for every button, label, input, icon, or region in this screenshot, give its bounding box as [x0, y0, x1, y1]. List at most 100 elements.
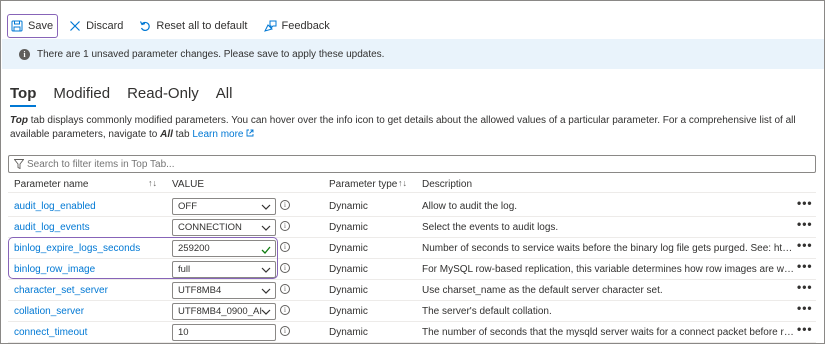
table-row: collation_server UTF8MB4_0900_AI... i Dynam…: [8, 301, 816, 322]
learn-more-label: Learn more: [192, 129, 244, 140]
parameter-description: Number of seconds to service waits befor…: [422, 243, 794, 254]
checkmark-icon: [261, 246, 271, 254]
tab-top[interactable]: Top: [10, 85, 37, 107]
value-dropdown[interactable]: full: [172, 261, 276, 278]
description-text-1: tab displays commonly modified parameter…: [10, 115, 796, 140]
sort-icon[interactable]: ↑↓: [398, 178, 407, 188]
value-text: UTF8MB4: [178, 285, 222, 296]
parameter-description: The number of seconds that the mysqld se…: [422, 327, 794, 338]
tab-list: Top Modified Read-Only All: [10, 85, 249, 107]
table-row: connect_timeout 10 i Dynamic The number of s…: [8, 322, 816, 343]
parameter-type: Dynamic: [329, 201, 368, 212]
value-input[interactable]: 10: [172, 324, 276, 341]
value-text: 10: [178, 327, 189, 338]
parameter-name-link[interactable]: binlog_row_image: [14, 264, 95, 275]
info-icon: i: [19, 48, 30, 60]
feedback-label: Feedback: [281, 20, 330, 32]
info-icon[interactable]: i: [280, 221, 290, 231]
value-dropdown[interactable]: OFF: [172, 198, 276, 215]
table-row: audit_log_events CONNECTION i Dynamic Select…: [8, 217, 816, 238]
unsaved-changes-banner: i There are 1 unsaved parameter changes.…: [2, 39, 824, 69]
parameter-name-link[interactable]: character_set_server: [14, 285, 108, 296]
value-text: UTF8MB4_0900_AI...: [178, 306, 262, 317]
discard-button[interactable]: Discard: [64, 14, 128, 38]
more-actions-icon[interactable]: •••: [797, 280, 813, 294]
more-actions-icon[interactable]: •••: [797, 322, 813, 336]
save-button[interactable]: Save: [7, 14, 59, 38]
header-description: Description: [422, 179, 473, 190]
chevron-down-icon: [261, 267, 271, 273]
table-row: binlog_row_image full i Dynamic For MySQL ro…: [8, 259, 816, 280]
parameter-description: For MySQL row-based replication, this va…: [422, 264, 794, 275]
tab-read-only[interactable]: Read-Only: [127, 85, 199, 107]
filter-icon: [14, 159, 24, 169]
chevron-down-icon: [261, 204, 271, 210]
parameter-name-link[interactable]: audit_log_enabled: [14, 201, 96, 212]
description-text-2: tab: [172, 129, 193, 140]
value-dropdown[interactable]: UTF8MB4_0900_AI...: [172, 303, 276, 320]
more-actions-icon[interactable]: •••: [797, 259, 813, 273]
parameter-type: Dynamic: [329, 243, 368, 254]
parameter-name-link[interactable]: collation_server: [14, 306, 84, 317]
reset-all-button[interactable]: Reset all to default: [134, 14, 252, 38]
save-label: Save: [28, 20, 54, 32]
filter-box[interactable]: [8, 155, 816, 173]
table-row: binlog_expire_logs_seconds 259200 i Dynamic…: [8, 238, 816, 259]
save-icon: [11, 20, 23, 32]
server-parameters-panel: Save Discard Reset all to default Feedba…: [0, 0, 825, 344]
header-parameter-type[interactable]: Parameter type: [329, 179, 397, 190]
more-actions-icon[interactable]: •••: [797, 301, 813, 315]
header-value: VALUE: [172, 179, 205, 190]
undo-icon: [140, 21, 151, 32]
parameter-type: Dynamic: [329, 264, 368, 275]
value-dropdown[interactable]: UTF8MB4: [172, 282, 276, 299]
close-icon: [70, 21, 81, 31]
info-icon[interactable]: i: [280, 284, 290, 294]
feedback-button[interactable]: Feedback: [259, 14, 335, 38]
info-icon[interactable]: i: [280, 200, 290, 210]
chevron-down-icon: [261, 225, 271, 231]
parameter-name-link[interactable]: binlog_expire_logs_seconds: [14, 243, 140, 254]
table-row: audit_log_enabled OFF i Dynamic Allow to aud…: [8, 196, 816, 217]
header-parameter-name[interactable]: Parameter name: [14, 179, 88, 190]
command-bar: Save Discard Reset all to default Feedba…: [7, 14, 341, 38]
more-actions-icon[interactable]: •••: [797, 217, 813, 231]
parameter-type: Dynamic: [329, 222, 368, 233]
learn-more-link[interactable]: Learn more: [192, 129, 254, 140]
discard-label: Discard: [86, 20, 124, 32]
banner-message: There are 1 unsaved parameter changes. P…: [37, 48, 385, 60]
value-text: OFF: [178, 201, 197, 212]
table-row: character_set_server UTF8MB4 i Dynamic Use c…: [8, 280, 816, 301]
value-dropdown[interactable]: CONNECTION: [172, 219, 276, 236]
feedback-icon: [263, 20, 276, 32]
tab-description: Top tab displays commonly modified param…: [10, 114, 818, 142]
all-tab-emphasis: All: [160, 129, 173, 140]
table-header: Parameter name ↑↓ VALUE Parameter type ↑…: [8, 175, 816, 193]
filter-input[interactable]: [27, 158, 807, 170]
more-actions-icon[interactable]: •••: [797, 238, 813, 252]
chevron-down-icon: [261, 309, 271, 315]
more-actions-icon[interactable]: •••: [797, 196, 813, 210]
parameter-type: Dynamic: [329, 306, 368, 317]
parameter-description: The server's default collation.: [422, 306, 552, 317]
parameter-type: Dynamic: [329, 285, 368, 296]
info-icon[interactable]: i: [280, 263, 290, 273]
parameter-type: Dynamic: [329, 327, 368, 338]
parameter-description: Select the events to audit logs.: [422, 222, 559, 233]
value-text: 259200: [178, 243, 210, 254]
top-tab-emphasis: Top: [10, 115, 28, 126]
value-input[interactable]: 259200: [172, 240, 276, 257]
tab-modified[interactable]: Modified: [53, 85, 110, 107]
sort-icon[interactable]: ↑↓: [148, 178, 157, 188]
parameter-name-link[interactable]: audit_log_events: [14, 222, 90, 233]
info-icon[interactable]: i: [280, 242, 290, 252]
external-link-icon: [246, 129, 254, 137]
value-text: CONNECTION: [178, 222, 242, 233]
value-text: full: [178, 264, 191, 275]
info-icon[interactable]: i: [280, 305, 290, 315]
reset-label: Reset all to default: [156, 20, 248, 32]
tab-all[interactable]: All: [216, 85, 233, 107]
parameter-description: Use charset_name as the default server c…: [422, 285, 663, 296]
info-icon[interactable]: i: [280, 326, 290, 336]
parameter-name-link[interactable]: connect_timeout: [14, 327, 87, 338]
